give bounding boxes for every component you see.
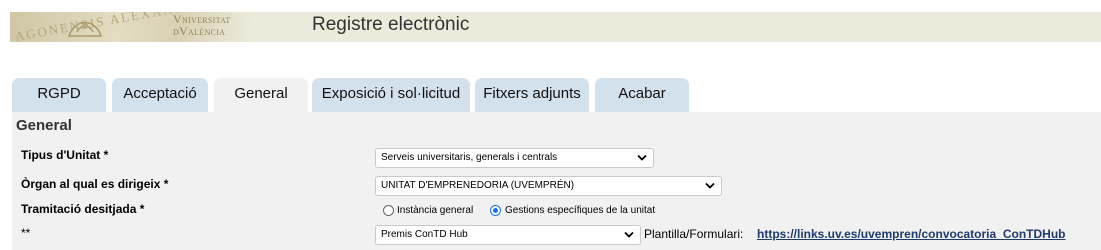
logo-name-line2: dValència [173, 24, 226, 38]
tab-fitxers-adjunts[interactable]: Fitxers adjunts [475, 78, 589, 112]
gestio-value: Premis ConTD Hub [381, 229, 468, 240]
radio-instancia-general[interactable] [383, 205, 394, 216]
organ-label: Òrgan al qual es dirigeix * [21, 177, 169, 191]
university-logo[interactable]: AGONENSIS ALEXAND Vniversitat dValència [10, 12, 250, 42]
chevron-down-icon [624, 231, 634, 238]
tab-acceptacio[interactable]: Acceptació [112, 78, 208, 112]
tab-general[interactable]: General [214, 78, 308, 112]
tipus-unitat-select[interactable]: Serveis universitaris, generals i centra… [375, 148, 654, 168]
tipus-unitat-value: Serveis universitaris, generals i centra… [381, 152, 558, 163]
plantilla-label: Plantilla/Formulari: [644, 227, 744, 241]
tipus-unitat-label: Tipus d'Unitat * [21, 148, 109, 162]
chevron-down-icon [637, 154, 647, 161]
section-title: General [16, 117, 72, 134]
gestio-label: ** [21, 226, 31, 240]
logo-name: Vniversitat dValència [173, 13, 231, 37]
organ-select[interactable]: UNITAT D'EMPRENEDORIA (UVEMPRÉN) [375, 176, 722, 196]
tab-rgpd[interactable]: RGPD [12, 78, 106, 112]
tab-acabar[interactable]: Acabar [595, 78, 689, 112]
radio-gestions-especifiques-label[interactable]: Gestions específiques de la unitat [505, 205, 655, 216]
gestio-select[interactable]: Premis ConTD Hub [375, 225, 641, 245]
plantilla-link[interactable]: https://links.uv.es/uvempren/convocatori… [757, 227, 1066, 241]
organ-value: UNITAT D'EMPRENEDORIA (UVEMPRÉN) [381, 180, 575, 191]
tab-exposicio-sollicitud[interactable]: Exposició i sol·licitud [312, 78, 470, 112]
radio-instancia-general-label[interactable]: Instància general [397, 205, 473, 216]
chevron-down-icon [705, 182, 715, 189]
tramitacio-label: Tramitació desitjada * [21, 202, 145, 216]
crest-icon [67, 21, 103, 37]
radio-gestions-especifiques[interactable] [490, 205, 501, 216]
page-title: Registre electrònic [312, 14, 470, 35]
